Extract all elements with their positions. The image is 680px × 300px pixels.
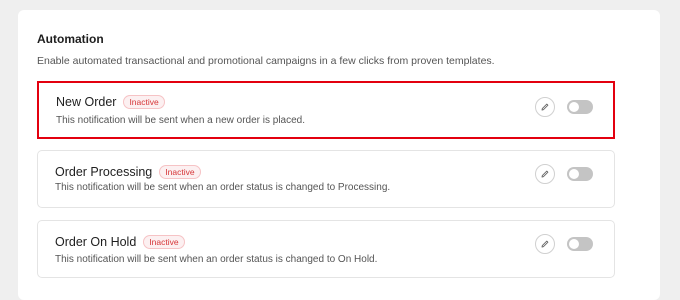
toggle-knob (569, 102, 579, 112)
edit-button[interactable] (535, 164, 555, 184)
toggle-knob (569, 169, 579, 179)
edit-button[interactable] (535, 97, 555, 117)
pencil-icon (541, 103, 549, 111)
enable-toggle[interactable] (567, 167, 593, 181)
notification-card-new-order: New Order Inactive This notification wil… (37, 81, 615, 139)
pencil-icon (541, 240, 549, 248)
notification-title: New Order (56, 95, 117, 109)
status-badge: Inactive (123, 95, 165, 109)
notification-description: This notification will be sent when a ne… (56, 115, 306, 126)
enable-toggle[interactable] (567, 237, 593, 251)
section-description: Enable automated transactional and promo… (37, 55, 495, 67)
automation-panel: Automation Enable automated transactiona… (18, 10, 660, 300)
notification-description: This notification will be sent when an o… (55, 254, 378, 265)
notification-description: This notification will be sent when an o… (55, 182, 391, 193)
toggle-knob (569, 239, 579, 249)
enable-toggle[interactable] (567, 100, 593, 114)
pencil-icon (541, 170, 549, 178)
status-badge: Inactive (159, 165, 201, 179)
notification-card-order-processing: Order Processing Inactive This notificat… (37, 150, 615, 208)
section-title: Automation (37, 32, 104, 46)
status-badge: Inactive (143, 235, 185, 249)
notification-card-order-on-hold: Order On Hold Inactive This notification… (37, 220, 615, 278)
notification-title: Order On Hold (55, 235, 137, 249)
edit-button[interactable] (535, 234, 555, 254)
notification-title: Order Processing (55, 165, 153, 179)
